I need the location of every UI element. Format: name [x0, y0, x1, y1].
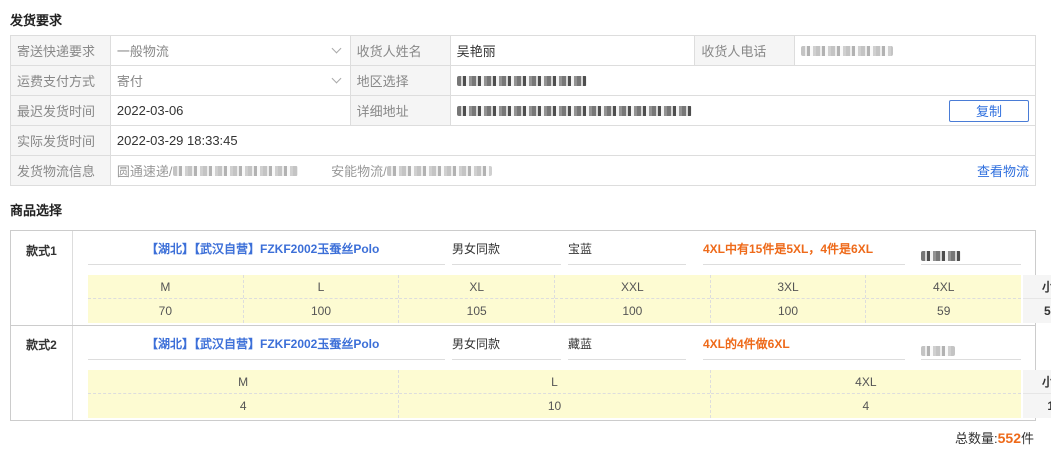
payment-method-label: 运费支付方式 — [11, 66, 111, 96]
receiver-name-label: 收货人姓名 — [350, 36, 451, 66]
product-card: 款式1 【湖北】【武汉自营】FZKF2002玉蚕丝Polo 男女同款 宝蓝 4X… — [10, 230, 1051, 421]
receiver-name-value: 吴艳丽 — [450, 36, 696, 66]
actual-ship-value: 2022-03-29 18:33:45 — [110, 126, 1036, 156]
shipping-section-title: 发货要求 — [10, 13, 63, 28]
logistics-carriers: 圆通速递/ 安能物流/ — [117, 161, 492, 180]
size-column: L 100 — [243, 275, 400, 323]
redacted-image — [921, 346, 955, 356]
size-qty: 10 — [547, 399, 562, 413]
size-column: L 10 — [399, 370, 711, 418]
carrier-ane: 安能物流/ — [331, 164, 387, 179]
products-section-title: 商品选择 — [10, 203, 63, 218]
total-value: 552 — [997, 430, 1021, 446]
redacted-address — [456, 105, 692, 116]
payment-method-value: 寄付 — [116, 74, 143, 89]
total-prefix: 总数量: — [955, 431, 998, 446]
redacted-tracking — [172, 166, 298, 176]
size-column: M4 — [88, 370, 400, 418]
size-column: M 70 — [88, 275, 244, 323]
receiver-phone-value — [795, 36, 1036, 66]
redacted-image — [921, 251, 961, 261]
size-column: 3XL 100 — [710, 275, 867, 323]
product-note: 4XL中有15件是5XL，4件是6XL — [703, 242, 874, 256]
redacted-region — [456, 75, 587, 86]
total-unit: 件 — [1020, 431, 1034, 446]
product-note: 4XL的4件做6XL — [703, 337, 790, 351]
size-column: 4XL 4 — [710, 370, 1021, 418]
size-label: 4XL — [710, 370, 1021, 394]
subtotal-label: 小计 — [1023, 370, 1051, 394]
size-label: L — [243, 275, 399, 299]
size-qty: 100 — [310, 304, 332, 318]
shipping-method-select[interactable]: 一般物流 — [110, 36, 351, 66]
product-style-label: 款式2 — [11, 326, 73, 420]
size-table: M4 L 10 4XL 4 — [88, 370, 1021, 418]
size-label: M — [88, 275, 243, 299]
product-info: 【湖北】【武汉自营】FZKF2002玉蚕丝Polo 男女同款 宝蓝 4XL中有1… — [73, 231, 1035, 267]
size-label: 3XL — [710, 275, 866, 299]
shipping-method-value: 一般物流 — [116, 44, 169, 59]
shipping-row-deadline: 最迟发货时间 2022-03-06 详细地址 复制 — [11, 96, 1036, 126]
size-table: M 70 L 100 XL 105 XXL 100 3XL 100 4XL 59 — [88, 275, 1022, 323]
payment-method-select[interactable]: 寄付 — [110, 66, 351, 96]
address-value: 复制 — [450, 96, 1036, 126]
size-column: XL 105 — [399, 275, 556, 323]
redacted-phone — [801, 45, 894, 56]
product-name: 【湖北】【武汉自营】FZKF2002玉蚕丝Polo — [146, 337, 380, 351]
subtotal-value: 18 — [1047, 399, 1051, 413]
receiver-phone-label: 收货人电话 — [695, 36, 796, 66]
size-qty: 105 — [466, 304, 487, 318]
size-qty: 4 — [862, 399, 870, 413]
size-qty: 100 — [778, 304, 799, 318]
size-qty: 4 — [239, 399, 247, 413]
size-column: XXL 100 — [555, 275, 711, 323]
region-label: 地区选择 — [350, 66, 451, 96]
shipping-row-payment: 运费支付方式 寄付 地区选择 — [11, 66, 1036, 96]
subtotal-column: 小计 18 — [1023, 370, 1051, 418]
deadline-value: 2022-03-06 — [110, 96, 351, 126]
chevron-down-icon — [331, 43, 342, 54]
subtotal-label: 小计 — [1023, 275, 1051, 299]
size-label: XXL — [555, 275, 710, 299]
copy-button[interactable]: 复制 — [948, 99, 1029, 122]
product-gender: 男女同款 — [452, 242, 501, 256]
size-label: XL — [399, 275, 555, 299]
shipping-grid: 寄送快递要求 一般物流 收货人姓名 吴艳丽 收货人电话 运费支付方式 寄付 地区… — [10, 35, 1036, 186]
product-style-label: 款式1 — [11, 231, 73, 325]
address-label: 详细地址 — [350, 96, 451, 126]
size-label: 4XL — [866, 275, 1022, 299]
product-info: 【湖北】【武汉自营】FZKF2002玉蚕丝Polo 男女同款 藏蓝 4XL的4件… — [73, 326, 1035, 362]
shipping-row-actual: 实际发货时间 2022-03-29 18:33:45 — [11, 126, 1036, 156]
total-quantity: 总数量:552件 — [955, 428, 1034, 447]
product-name: 【湖北】【武汉自营】FZKF2002玉蚕丝Polo — [146, 242, 380, 256]
region-value — [450, 66, 1036, 96]
size-label: M — [88, 370, 399, 394]
shipping-row-logistics: 发货物流信息 圆通速递/ 安能物流/ 查看物流 — [11, 156, 1036, 186]
chevron-down-icon — [331, 73, 342, 84]
carrier-yto: 圆通速递/ — [116, 164, 173, 179]
shipping-method-label: 寄送快递要求 — [11, 36, 111, 66]
logistics-value: 圆通速递/ 安能物流/ 查看物流 — [110, 156, 1036, 186]
view-logistics-link[interactable]: 查看物流 — [977, 161, 1029, 180]
product-gender: 男女同款 — [452, 337, 501, 351]
size-qty: 70 — [158, 304, 173, 318]
deadline-label: 最迟发货时间 — [11, 96, 111, 126]
size-column: 4XL 59 — [866, 275, 1022, 323]
actual-ship-label: 实际发货时间 — [11, 126, 111, 156]
product-color: 藏蓝 — [568, 337, 593, 351]
size-qty: 59 — [937, 304, 951, 318]
logistics-label: 发货物流信息 — [11, 156, 111, 186]
shipping-row-method: 寄送快递要求 一般物流 收货人姓名 吴艳丽 收货人电话 — [11, 36, 1036, 66]
subtotal-value: 534 — [1043, 304, 1051, 318]
redacted-tracking — [386, 166, 492, 176]
size-label: L — [399, 370, 710, 394]
size-qty: 100 — [622, 304, 643, 318]
product-color: 宝蓝 — [568, 242, 593, 256]
subtotal-column: 小计 534 — [1023, 275, 1051, 323]
